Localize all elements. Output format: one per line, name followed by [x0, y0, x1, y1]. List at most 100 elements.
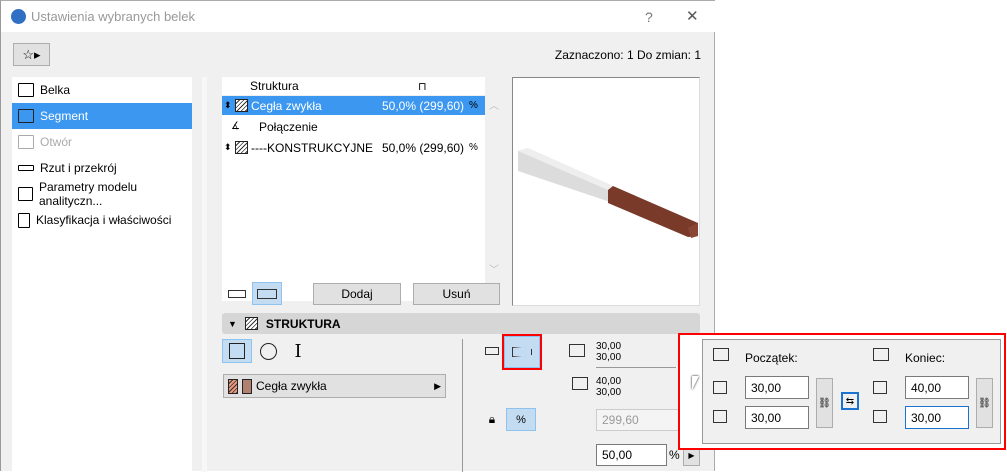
- hatch-icon: [235, 141, 248, 154]
- circular-profile-button[interactable]: [255, 339, 281, 363]
- beam-settings-dialog: Ustawienia wybranych belek ? ✕ ☆▸ Zaznac…: [0, 0, 715, 472]
- column-structure-header: Struktura: [250, 79, 299, 93]
- dimensions-popup: Początek: 30,00 30,00 ⛓ ⇆ Koniec: 40,00 …: [702, 339, 1001, 444]
- percent-length-button[interactable]: %: [506, 408, 536, 431]
- swap-arrows-icon: ⇆: [845, 395, 855, 407]
- label: Segment: [40, 109, 89, 123]
- start-height-input[interactable]: 30,00: [745, 376, 809, 399]
- table-header: Struktura ⊓: [222, 77, 485, 96]
- material-name: Cegła zwykła: [256, 379, 327, 393]
- material-swatch-icon: [228, 378, 238, 394]
- label: Rzut i przekrój: [40, 161, 117, 175]
- close-button[interactable]: ✕: [686, 7, 699, 25]
- tapered-section-button[interactable]: [502, 334, 542, 370]
- uniform-section-button[interactable]: [482, 342, 502, 360]
- table-row-connection[interactable]: ∡ Połączenie: [222, 117, 485, 136]
- rectangle-view-toggle[interactable]: [225, 284, 249, 304]
- table-row[interactable]: ⬍ ----KONSTRUKCYJNE 50,0% (299,60) %: [222, 138, 485, 157]
- table-row[interactable]: ⬍ Cegła zwykła 50,0% (299,60) %: [222, 96, 485, 115]
- sidebar-scrollbar[interactable]: [202, 77, 207, 472]
- structure-section-header[interactable]: ▼ STRUKTURA: [222, 313, 700, 334]
- segment-value: 50,0% (299,60): [382, 140, 465, 155]
- reorder-icon[interactable]: ⬍: [224, 142, 232, 153]
- document-icon: [18, 212, 30, 228]
- end-link-button[interactable]: ⛓: [976, 378, 993, 428]
- beam-preview-image: [518, 148, 698, 238]
- start-height-value: 30,00: [596, 352, 622, 363]
- divider: [462, 339, 463, 472]
- swap-button[interactable]: ⇆: [841, 392, 859, 410]
- percent-dimension-icon[interactable]: %: [469, 142, 478, 153]
- connection-label: Połączenie: [259, 119, 318, 134]
- mouse-cursor-icon: [692, 376, 699, 390]
- section-title: STRUKTURA: [265, 316, 341, 331]
- hatch-icon: [244, 317, 258, 330]
- end-dimensions: 40,00 30,00: [596, 376, 621, 398]
- label: Otwór: [40, 135, 73, 149]
- rectangular-profile-button[interactable]: [222, 339, 252, 363]
- start-label: Początek:: [745, 351, 798, 365]
- height-icon: [713, 381, 727, 394]
- sidebar-item-parametry[interactable]: Parametry modelu analityczn...: [12, 180, 192, 208]
- sidebar: Belka Segment Otwór Rzut i przekrój Para…: [12, 77, 192, 472]
- window-title: Ustawienia wybranych belek: [31, 9, 196, 24]
- start-width-input[interactable]: 30,00: [745, 406, 809, 429]
- end-height-input[interactable]: 40,00: [905, 376, 969, 399]
- label: Belka: [40, 83, 71, 97]
- sidebar-item-klasyfikacja[interactable]: Klasyfikacja i właściwości: [12, 207, 192, 233]
- help-button[interactable]: ?: [645, 9, 653, 25]
- tapered-view-toggle[interactable]: [252, 282, 282, 305]
- favorites-button[interactable]: ☆▸: [13, 43, 50, 66]
- preview-3d: [512, 77, 700, 306]
- material-color-icon: [242, 378, 252, 394]
- start-dimensions: 30,00 30,00: [596, 341, 621, 363]
- analytical-model-icon: [18, 187, 33, 201]
- remove-button[interactable]: Usuń: [413, 283, 500, 305]
- plan-section-icon: [18, 165, 34, 171]
- height-icon: [873, 381, 887, 394]
- label: Parametry modelu analityczn...: [39, 180, 138, 208]
- angle-icon: ∡: [231, 121, 240, 132]
- segment-icon: [18, 109, 34, 123]
- title-bar: Ustawienia wybranych belek ? ✕: [1, 1, 715, 32]
- percent-dimension-icon[interactable]: %: [469, 100, 478, 111]
- sidebar-item-segment[interactable]: Segment: [12, 103, 192, 129]
- beam-icon: [18, 83, 34, 97]
- reorder-icon[interactable]: ⬍: [224, 100, 232, 111]
- star-icon: ☆▸: [22, 46, 41, 62]
- chain-link-icon: ⛓: [818, 397, 831, 409]
- chain-link-icon: ⛓: [978, 397, 991, 409]
- end-height-value: 30,00: [596, 387, 622, 398]
- sidebar-item-rzut[interactable]: Rzut i przekrój: [12, 155, 192, 181]
- scroll-up-icon[interactable]: ︿: [489, 97, 499, 112]
- end-section-icon: [873, 348, 889, 361]
- segment-value: 50,0% (299,60): [382, 98, 465, 113]
- lock-length-icon[interactable]: 🔒︎: [482, 408, 502, 430]
- segments-table: Struktura ⊓ ⬍ Cegła zwykła 50,0% (299,60…: [222, 77, 485, 301]
- hatch-icon: [235, 99, 248, 112]
- start-section-icon: [713, 348, 729, 361]
- selection-status: Zaznaczono: 1 Do zmian: 1: [554, 48, 701, 62]
- end-label: Koniec:: [905, 351, 946, 365]
- scroll-down-icon[interactable]: ﹀: [489, 261, 499, 276]
- i-profile-button[interactable]: I: [285, 339, 311, 363]
- app-logo-icon: [11, 9, 26, 24]
- opening-icon: [18, 135, 34, 149]
- sidebar-item-otwor[interactable]: Otwór: [12, 129, 192, 155]
- material-select[interactable]: Cegła zwykła ▶: [223, 374, 446, 398]
- label: Klasyfikacja i właściwości: [36, 213, 172, 227]
- width-icon: [873, 410, 887, 423]
- end-section-icon: [572, 377, 588, 390]
- length-field: 299,60: [596, 409, 686, 431]
- segment-name: ----KONSTRUKCYJNE: [251, 140, 373, 155]
- end-width-value: 40,00: [596, 376, 622, 387]
- start-link-button[interactable]: ⛓: [816, 378, 833, 428]
- end-width-input[interactable]: 30,00: [905, 406, 969, 429]
- collapse-icon[interactable]: ▼: [228, 319, 237, 329]
- width-icon: [713, 410, 727, 423]
- start-section-icon: [569, 344, 585, 357]
- percent-field[interactable]: 50,00: [596, 444, 667, 466]
- sidebar-item-belka[interactable]: Belka: [12, 77, 192, 103]
- segment-name: Cegła zwykła: [251, 98, 322, 113]
- add-button[interactable]: Dodaj: [313, 283, 401, 305]
